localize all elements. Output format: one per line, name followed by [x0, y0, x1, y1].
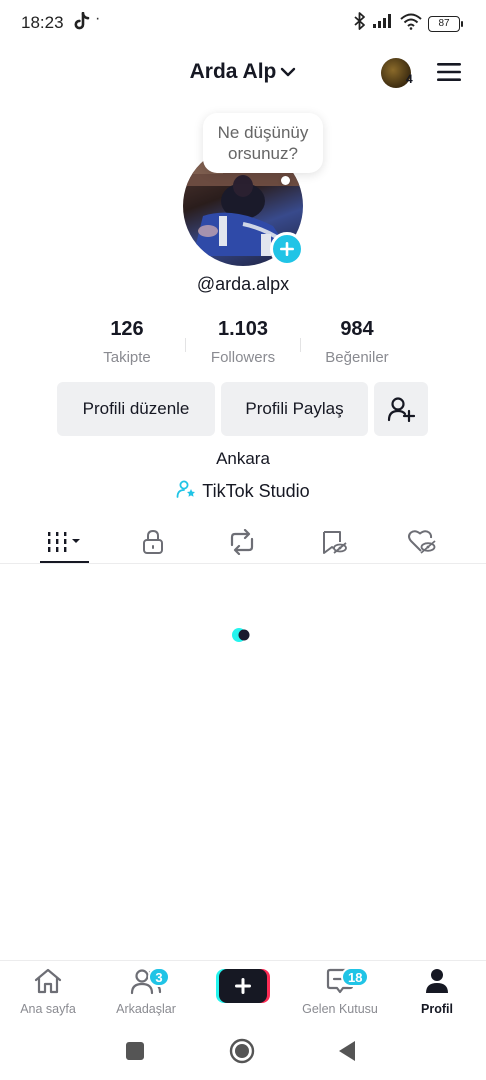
- system-navigation: [0, 1022, 486, 1080]
- chevron-down-icon: [280, 60, 296, 84]
- loading-spinner: [231, 626, 253, 644]
- active-tab-indicator: [40, 561, 89, 563]
- nav-inbox-label: Gelen Kutusu: [302, 1002, 378, 1016]
- status-bar: 18:23 · 87: [0, 0, 486, 46]
- home-button-icon[interactable]: [229, 1038, 255, 1069]
- edit-profile-button[interactable]: Profili düzenle: [57, 382, 215, 436]
- profile-icon: [426, 969, 448, 993]
- nav-home-label: Ana sayfa: [20, 1002, 76, 1016]
- stat-following-label: Takipte: [103, 349, 151, 366]
- nav-friends-label: Arkadaşlar: [116, 1002, 176, 1016]
- tab-reposts[interactable]: [220, 524, 264, 560]
- tiktok-studio-link[interactable]: TikTok Studio: [0, 480, 486, 503]
- add-story-button[interactable]: [270, 232, 304, 266]
- profile-tabs: [0, 518, 486, 564]
- account-switcher[interactable]: Arda Alp: [0, 60, 486, 84]
- studio-icon: [176, 480, 196, 503]
- accounts-count: 4: [406, 72, 413, 86]
- nav-profile[interactable]: Profil: [392, 967, 482, 1016]
- stat-divider: [185, 338, 186, 352]
- bubble-text-line2: orsunuz?: [228, 144, 298, 163]
- bubble-tail: [281, 176, 290, 185]
- add-person-icon: [387, 397, 415, 422]
- plus-icon: [280, 242, 294, 256]
- bubble-prompt[interactable]: Ne düşünüy orsunuz?: [203, 113, 323, 173]
- stat-likes-value: 984: [340, 318, 374, 340]
- back-icon[interactable]: [338, 1040, 356, 1067]
- nav-profile-label: Profil: [421, 1002, 453, 1016]
- home-icon: [34, 968, 62, 994]
- account-name: Arda Alp: [189, 60, 277, 83]
- stat-following-value: 126: [110, 318, 144, 340]
- notification-dot: ·: [95, 10, 101, 27]
- stat-divider: [300, 338, 301, 352]
- stat-likes-label: Beğeniler: [325, 349, 389, 366]
- status-icons: 87: [354, 12, 463, 35]
- status-time: 18:23: [21, 13, 64, 32]
- signal-icon: [372, 13, 394, 34]
- friends-badge: 3: [148, 967, 170, 987]
- liked-icon: [408, 530, 436, 554]
- profile-header: Arda Alp 4: [0, 52, 486, 94]
- inbox-badge: 18: [341, 967, 370, 987]
- tab-favorites[interactable]: [312, 524, 356, 560]
- tab-videos[interactable]: [40, 524, 89, 560]
- videos-grid-icon: [47, 532, 80, 552]
- tiktok-icon: [72, 11, 90, 37]
- battery-icon: 87: [428, 15, 463, 32]
- nav-home[interactable]: Ana sayfa: [3, 967, 93, 1016]
- stat-followers[interactable]: 1.103 Followers: [188, 318, 298, 366]
- favorites-icon: [323, 531, 347, 554]
- bluetooth-icon: [354, 12, 366, 35]
- stat-followers-label: Followers: [210, 349, 276, 366]
- profile-stats: 126 Takipte 1.103 Followers 984 Beğenile…: [0, 318, 486, 370]
- nav-inbox[interactable]: Gelen Kutusu 18: [295, 967, 385, 1016]
- create-button[interactable]: [216, 969, 270, 1003]
- tab-liked[interactable]: [400, 524, 444, 560]
- recents-icon[interactable]: [126, 1042, 144, 1065]
- share-profile-button[interactable]: Profili Paylaş: [221, 382, 368, 436]
- stat-following[interactable]: 126 Takipte: [72, 318, 182, 366]
- plus-icon: [216, 969, 270, 1003]
- studio-label: TikTok Studio: [202, 481, 310, 501]
- stat-followers-value: 1.103: [217, 318, 269, 340]
- username: @arda.alpx: [196, 274, 290, 294]
- tab-private[interactable]: [132, 524, 174, 560]
- lock-icon: [143, 529, 163, 554]
- menu-icon[interactable]: [436, 62, 462, 84]
- repost-icon: [230, 529, 254, 555]
- stat-likes[interactable]: 984 Beğeniler: [302, 318, 412, 366]
- add-friend-button[interactable]: [374, 382, 428, 436]
- bio-location: Ankara: [216, 449, 270, 468]
- wifi-icon: [400, 13, 422, 35]
- bottom-navigation: Ana sayfa Arkadaşlar 3 Gelen Kutusu 18 P…: [0, 960, 486, 1022]
- bubble-text-line1: Ne düşünüy: [217, 123, 309, 142]
- nav-friends[interactable]: Arkadaşlar 3: [101, 967, 191, 1016]
